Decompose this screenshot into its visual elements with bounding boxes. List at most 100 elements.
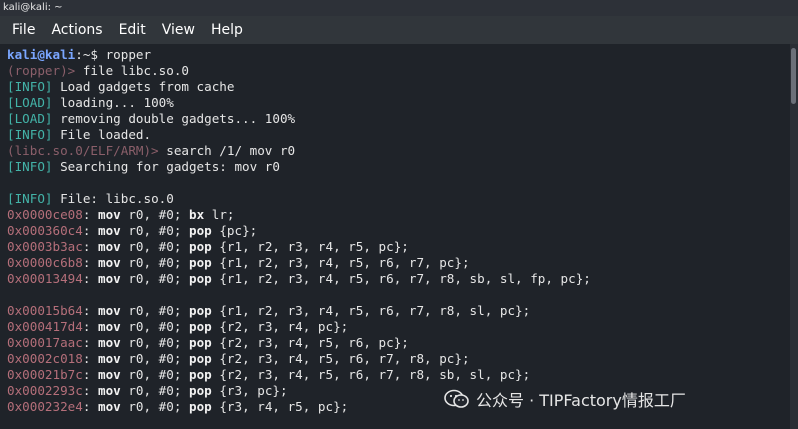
terminal-text: file libc.so.0 bbox=[82, 63, 189, 78]
terminal-text: 0x0000ce08 bbox=[7, 207, 83, 222]
terminal-text: : bbox=[82, 255, 98, 270]
terminal-line: 0x00017aac: mov r0, #0; pop {r2, r3, r4,… bbox=[7, 335, 591, 351]
terminal-text: pop bbox=[189, 303, 212, 318]
terminal-text: Searching for gadgets: mov r0 bbox=[52, 159, 280, 174]
terminal-text: {r2, r3, r4, r5, r6, r7, r8, sb, sl, pc}… bbox=[211, 367, 531, 382]
watermark: 公众号 · TIPFactory情报工厂 bbox=[444, 386, 686, 412]
terminal-text: loading... 100% bbox=[52, 95, 174, 110]
terminal-lines: kali@kali:~$ ropper (ropper)> file libc.s… bbox=[7, 47, 591, 415]
terminal-line: 0x0000c6b8: mov r0, #0; pop {r1, r2, r3,… bbox=[7, 255, 591, 271]
terminal-text: 0x0000c6b8 bbox=[7, 255, 83, 270]
terminal-text: mov bbox=[98, 383, 121, 398]
menu-actions[interactable]: Actions bbox=[43, 16, 110, 44]
terminal-text: {r1, r2, r3, r4, r5, r6, r7, pc}; bbox=[211, 255, 470, 270]
terminal-text: pop bbox=[189, 319, 212, 334]
terminal-text: r0, #0; bbox=[120, 399, 189, 414]
terminal-text: mov bbox=[98, 223, 121, 238]
terminal-text: {r1, r2, r3, r4, r5, r6, r7, r8, sl, pc}… bbox=[211, 303, 531, 318]
terminal-text: :~$ bbox=[75, 47, 106, 62]
terminal-text: pop bbox=[189, 255, 212, 270]
terminal-text: Load gadgets from cache bbox=[52, 79, 235, 94]
terminal-text: : bbox=[82, 335, 98, 350]
terminal-text: r0, #0; bbox=[120, 255, 189, 270]
terminal-text: r0, #0; bbox=[120, 319, 189, 334]
watermark-text: 公众号 · TIPFactory情报工厂 bbox=[476, 391, 686, 410]
terminal-text: {pc}; bbox=[211, 223, 258, 238]
terminal-text: mov bbox=[98, 271, 121, 286]
terminal-text: r0, #0; bbox=[120, 239, 189, 254]
terminal-text: : bbox=[82, 383, 98, 398]
terminal-text: mov bbox=[98, 351, 121, 366]
terminal-text: mov bbox=[98, 239, 121, 254]
terminal-text: mov bbox=[98, 255, 121, 270]
terminal-line: [LOAD] loading... 100% bbox=[7, 95, 591, 111]
terminal-text: {r2, r3, r4, r5, r6, pc}; bbox=[211, 335, 409, 350]
terminal-text: {r1, r2, r3, r4, r5, pc}; bbox=[211, 239, 409, 254]
terminal-text: [INFO] bbox=[7, 79, 53, 94]
terminal-text: File: libc.so.0 bbox=[52, 191, 174, 206]
terminal-text: 0x00015b64 bbox=[7, 303, 83, 318]
menu-edit[interactable]: Edit bbox=[111, 16, 154, 44]
terminal-text: bx bbox=[189, 207, 205, 222]
terminal-text: pop bbox=[189, 239, 212, 254]
terminal-text: {r1, r2, r3, r4, r5, r6, r7, r8, sb, sl,… bbox=[211, 271, 591, 286]
terminal-text: : bbox=[82, 367, 98, 382]
terminal-line: 0x000360c4: mov r0, #0; pop {pc}; bbox=[7, 223, 591, 239]
terminal-text: r0, #0; bbox=[120, 383, 189, 398]
terminal-text: (ropper)> bbox=[7, 63, 83, 78]
terminal-text: mov bbox=[98, 367, 121, 382]
scrollbar[interactable] bbox=[790, 44, 798, 429]
terminal-line: [INFO] Load gadgets from cache bbox=[7, 79, 591, 95]
terminal-line: 0x0002c018: mov r0, #0; pop {r2, r3, r4,… bbox=[7, 351, 591, 367]
terminal-text: {r3, r4, r5, pc}; bbox=[211, 399, 349, 414]
terminal-text: : bbox=[82, 207, 98, 222]
terminal-text: r0, #0; bbox=[120, 223, 189, 238]
terminal-line: 0x0000ce08: mov r0, #0; bx lr; bbox=[7, 207, 591, 223]
terminal-text: r0, #0; bbox=[120, 367, 189, 382]
terminal-text: pop bbox=[189, 351, 212, 366]
terminal-text: pop bbox=[189, 399, 212, 414]
terminal-text: {r2, r3, r4, r5, r6, r7, r8, pc}; bbox=[211, 351, 470, 366]
scrollbar-thumb[interactable] bbox=[791, 48, 796, 104]
terminal-text: search /1/ mov r0 bbox=[166, 143, 296, 158]
terminal-text: [LOAD] bbox=[7, 111, 53, 126]
terminal-text: r0, #0; bbox=[120, 351, 189, 366]
terminal-line: [INFO] File loaded. bbox=[7, 127, 591, 143]
terminal-text: mov bbox=[98, 207, 121, 222]
terminal-text: : bbox=[82, 271, 98, 286]
terminal-text: pop bbox=[189, 271, 212, 286]
terminal-text: 0x00017aac bbox=[7, 335, 83, 350]
terminal-text: pop bbox=[189, 335, 212, 350]
terminal-text: 0x00013494 bbox=[7, 271, 83, 286]
terminal-text: pop bbox=[189, 367, 212, 382]
menu-help[interactable]: Help bbox=[203, 16, 251, 44]
terminal-line: 0x0003b3ac: mov r0, #0; pop {r1, r2, r3,… bbox=[7, 239, 591, 255]
terminal-text: mov bbox=[98, 319, 121, 334]
terminal-line: 0x00013494: mov r0, #0; pop {r1, r2, r3,… bbox=[7, 271, 591, 287]
terminal-text: [INFO] bbox=[7, 159, 53, 174]
terminal-text: : bbox=[82, 303, 98, 318]
terminal-text: [LOAD] bbox=[7, 95, 53, 110]
terminal-text: r0, #0; bbox=[120, 303, 189, 318]
terminal-line: (libc.so.0/ELF/ARM)> search /1/ mov r0 bbox=[7, 143, 591, 159]
terminal-text: {r2, r3, r4, pc}; bbox=[211, 319, 349, 334]
menu-view[interactable]: View bbox=[154, 16, 203, 44]
terminal-text: : bbox=[82, 239, 98, 254]
terminal-text: : bbox=[82, 319, 98, 334]
terminal-line: [INFO] File: libc.so.0 bbox=[7, 191, 591, 207]
terminal-output[interactable]: kali@kali:~$ ropper (ropper)> file libc.s… bbox=[0, 44, 790, 429]
terminal-text: File loaded. bbox=[52, 127, 152, 142]
terminal-text: : bbox=[82, 351, 98, 366]
terminal-text: mov bbox=[98, 303, 121, 318]
terminal-text: 0x000360c4 bbox=[7, 223, 83, 238]
terminal-line: (ropper)> file libc.so.0 bbox=[7, 63, 591, 79]
terminal-line: 0x00021b7c: mov r0, #0; pop {r2, r3, r4,… bbox=[7, 367, 591, 383]
terminal-text: lr; bbox=[204, 207, 235, 222]
terminal-text: : bbox=[82, 399, 98, 414]
wechat-icon bbox=[444, 389, 469, 408]
terminal-line: [INFO] Searching for gadgets: mov r0 bbox=[7, 159, 591, 175]
terminal-text: (libc.so.0/ELF/ARM)> bbox=[7, 143, 167, 158]
terminal-text: 0x0002293c bbox=[7, 383, 83, 398]
menu-file[interactable]: File bbox=[4, 16, 43, 44]
